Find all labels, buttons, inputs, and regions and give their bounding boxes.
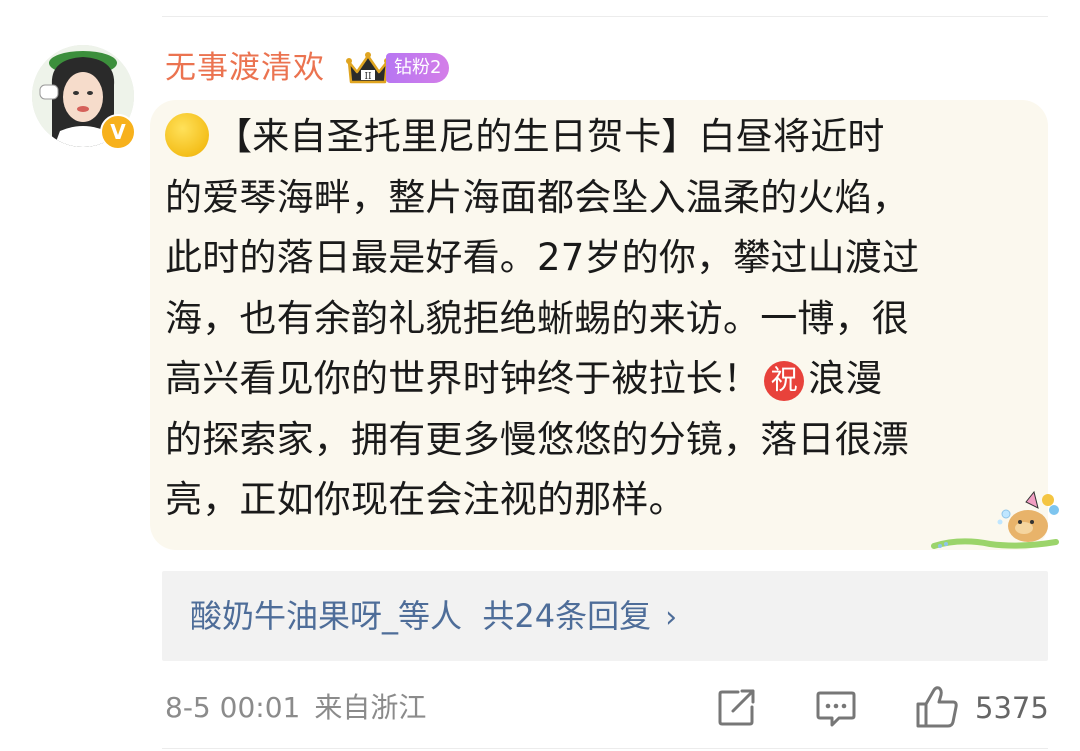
zhu-emoji: 祝	[764, 361, 805, 401]
bear-sticker-icon	[931, 490, 1059, 549]
comment-icon[interactable]	[815, 687, 857, 729]
comment-meta: 8-5 00:01 来自浙江	[165, 688, 426, 728]
svg-text:II: II	[364, 72, 372, 82]
yellow-circle-emoji	[165, 113, 209, 157]
location: 来自浙江	[314, 691, 427, 724]
comment-text: 【来自圣托里尼的生日贺卡】白昼将近时 的爱琴海畔，整片海面都会坠入温柔的火焰， …	[165, 107, 1025, 531]
username[interactable]: 无事渡清欢	[165, 46, 325, 90]
top-divider	[162, 16, 1048, 17]
timestamp: 8-5 00:01	[165, 691, 301, 724]
replies-link[interactable]: 酸奶牛油果呀_等人 共24条回复 ›	[162, 571, 1048, 661]
thumbs-up-icon[interactable]	[914, 684, 960, 730]
replies-summary[interactable]: 酸奶牛油果呀_等人 共24条回复 ›	[190, 593, 677, 641]
comment-line: 的探索家，拥有更多慢悠悠的分镜，落日很漂	[165, 417, 909, 461]
comment-line: 高兴看见你的世界时钟终于被拉长！祝浪漫	[165, 357, 883, 401]
bottom-divider	[162, 748, 1048, 749]
comment-line: 此时的落日最是好看。27岁的你，攀过山渡过	[165, 236, 920, 279]
verified-badge-icon: V	[100, 114, 136, 150]
like-count: 5375	[975, 691, 1049, 725]
crown-icon: II	[346, 52, 390, 84]
share-icon[interactable]	[716, 687, 758, 729]
chevron-right-icon: ›	[665, 600, 678, 635]
comment-line: 亮，正如你现在会注视的那样。	[165, 478, 686, 521]
comment-line: 海，也有余韵礼貌拒绝蜥蜴的来访。一博，很	[165, 296, 909, 340]
comment-line: 【来自圣托里尼的生日贺卡】白昼将近时	[165, 107, 1025, 168]
comment-line: 的爱琴海畔，整片海面都会坠入温柔的火焰，	[165, 175, 909, 219]
fan-badge[interactable]: 钻粉2	[386, 53, 450, 83]
